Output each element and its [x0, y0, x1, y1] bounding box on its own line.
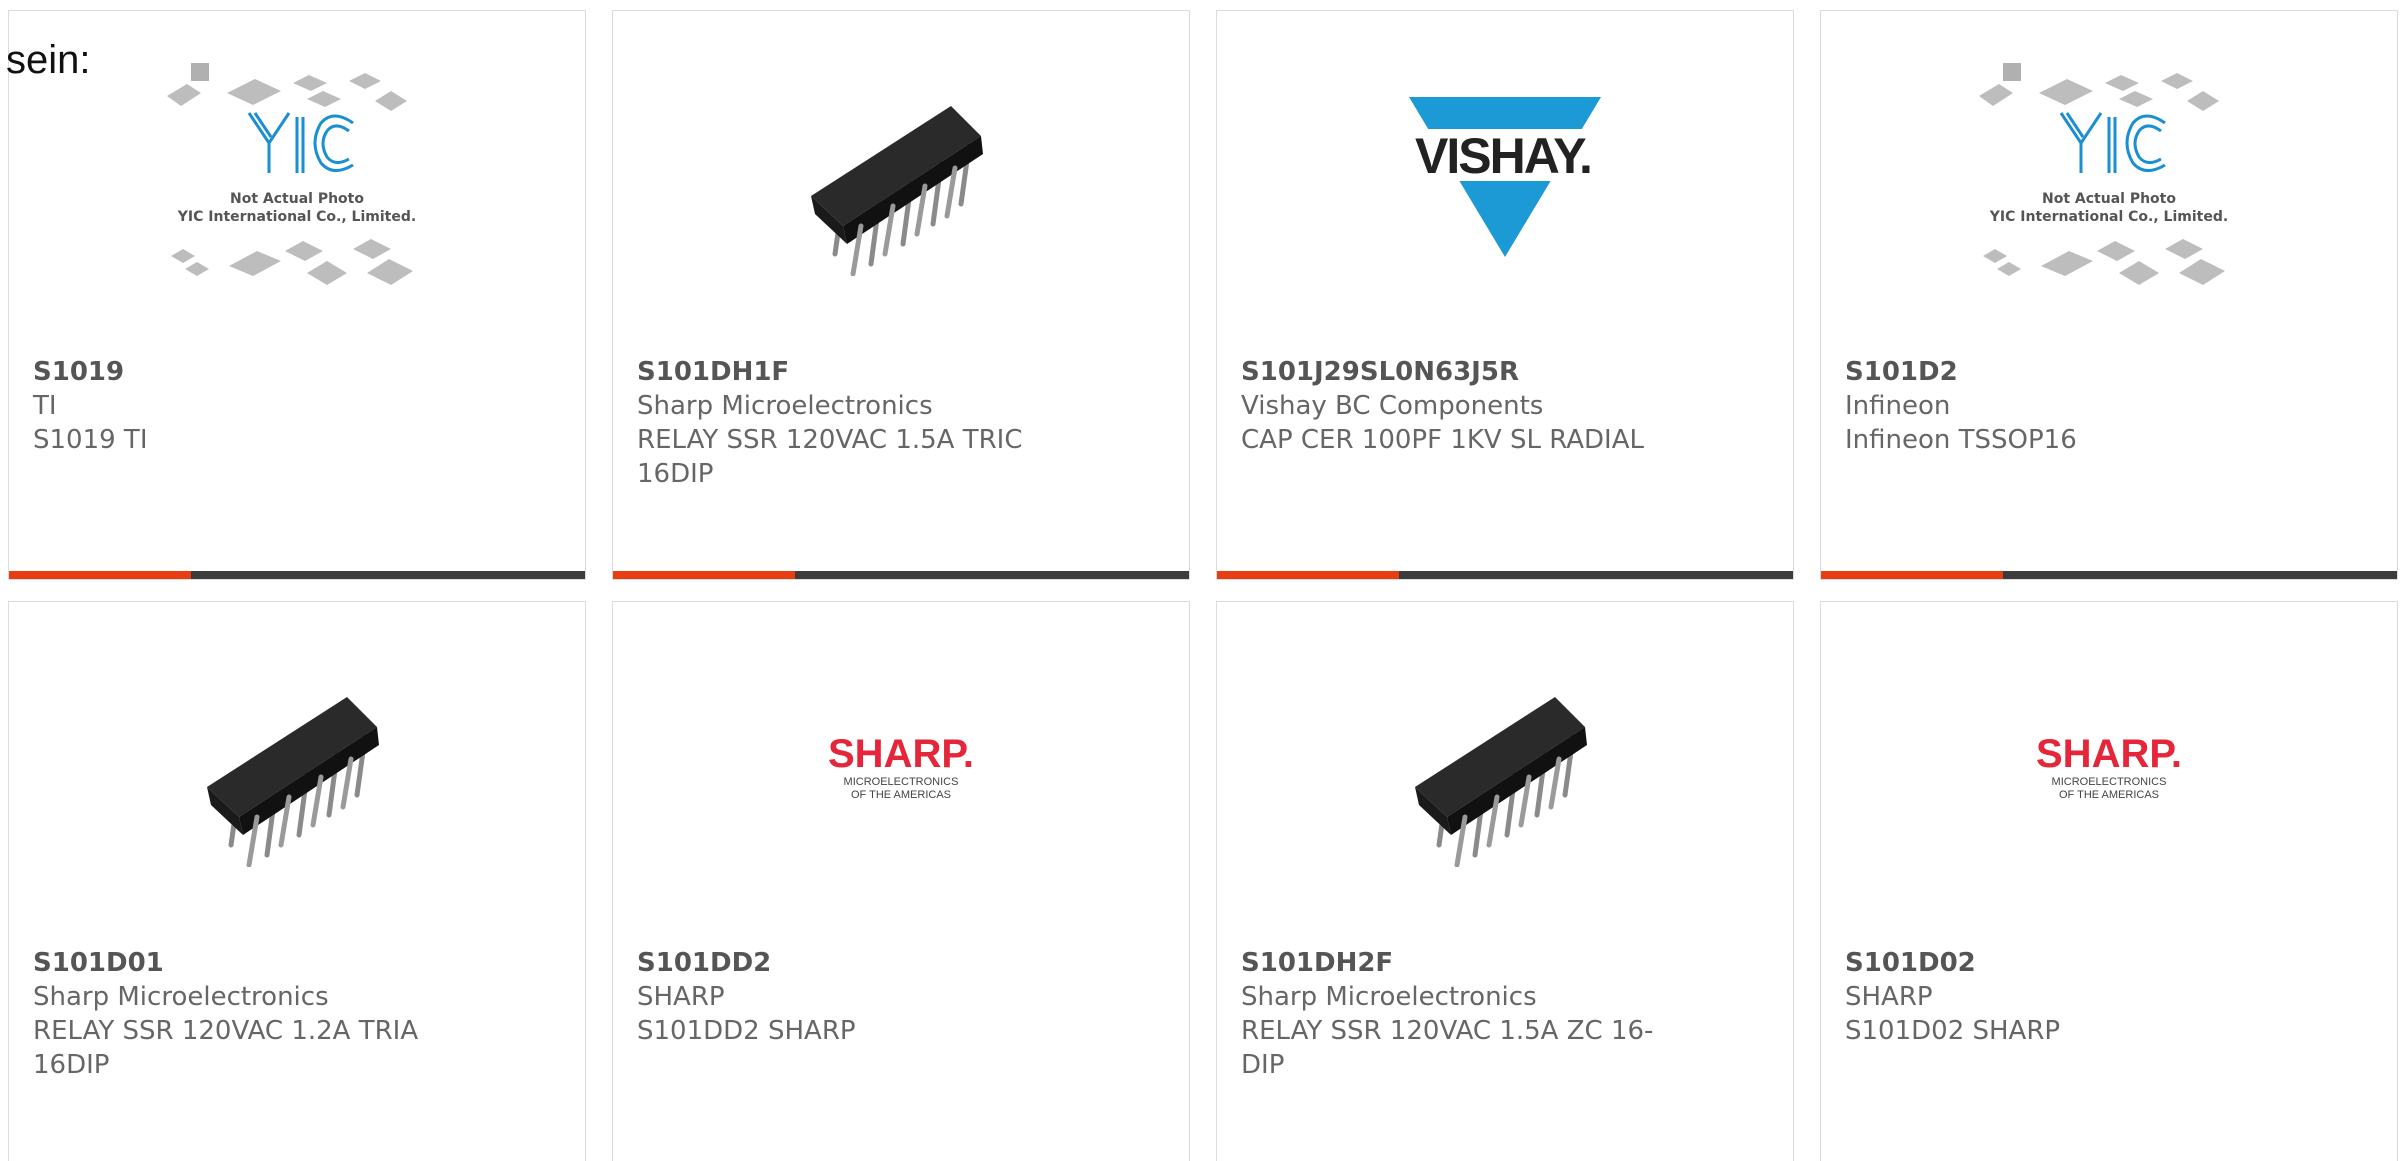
- card-bottom-bar: [1821, 571, 2397, 579]
- manufacturer-label: Sharp Microelectronics: [637, 391, 933, 421]
- yic-placeholder-icon: Not Actual Photo YIC International Co., …: [167, 63, 416, 285]
- manufacturer-label: Sharp Microelectronics: [33, 982, 329, 1012]
- manufacturer-label: TI: [33, 391, 57, 421]
- description-label: S101DD2 SHARP: [637, 1016, 856, 1046]
- dip-chip-icon: [1415, 697, 1587, 867]
- svg-text:VISHAY.: VISHAY.: [1415, 128, 1591, 184]
- card-bottom-bar: [1217, 571, 1793, 579]
- product-card-s101dh2f[interactable]: S101DH2F Sharp Microelectronics RELAY SS…: [1216, 601, 1794, 1161]
- dip-chip-icon: [791, 76, 1011, 276]
- description-label: RELAY SSR 120VAC 1.5A TRIC 16DIP: [637, 425, 1023, 489]
- svg-text:Not Actual Photo: Not Actual Photo: [2042, 191, 2176, 207]
- product-image[interactable]: [613, 11, 1189, 341]
- svg-text:SHARP.: SHARP.: [2036, 732, 2182, 776]
- intro-text: sein:: [6, 38, 91, 82]
- svg-text:Not Actual Photo: Not Actual Photo: [230, 191, 364, 207]
- svg-text:YIC International Co., Limited: YIC International Co., Limited.: [1989, 209, 2228, 225]
- product-card-s101d02[interactable]: SHARP. MICROELECTRONICS OF THE AMERICAS …: [1820, 601, 2398, 1161]
- product-card-s1019[interactable]: Not Actual Photo YIC International Co., …: [8, 10, 586, 580]
- sharp-logo-icon: SHARP. MICROELECTRONICS OF THE AMERICAS: [2036, 732, 2182, 801]
- svg-text:MICROELECTRONICS: MICROELECTRONICS: [844, 776, 959, 788]
- part-number-link[interactable]: S101J29SL0N63J5R: [1241, 355, 1519, 389]
- card-bottom-bar: [613, 571, 1189, 579]
- part-number-link[interactable]: S101DH2F: [1241, 946, 1393, 980]
- manufacturer-label: Infineon: [1845, 391, 1951, 421]
- product-card-s101d01[interactable]: S101D01 Sharp Microelectronics RELAY SSR…: [8, 601, 586, 1161]
- product-image[interactable]: [9, 602, 585, 932]
- svg-text:SHARP.: SHARP.: [828, 732, 974, 776]
- description-label: CAP CER 100PF 1KV SL RADIAL: [1241, 425, 1644, 455]
- product-card-s101dh1f[interactable]: S101DH1F Sharp Microelectronics RELAY SS…: [612, 10, 1190, 580]
- description-label: RELAY SSR 120VAC 1.5A ZC 16-DIP: [1241, 1016, 1654, 1080]
- sharp-logo-icon: SHARP. MICROELECTRONICS OF THE AMERICAS: [828, 732, 974, 801]
- product-image[interactable]: Not Actual Photo YIC International Co., …: [1821, 11, 2397, 341]
- svg-text:MICROELECTRONICS: MICROELECTRONICS: [2052, 776, 2167, 788]
- yic-placeholder-icon: Not Actual Photo YIC International Co., …: [1979, 63, 2228, 285]
- product-image[interactable]: SHARP. MICROELECTRONICS OF THE AMERICAS: [613, 602, 1189, 932]
- product-image[interactable]: [1217, 602, 1793, 932]
- part-number-link[interactable]: S101D2: [1845, 355, 1958, 389]
- svg-text:OF THE AMERICAS: OF THE AMERICAS: [2059, 789, 2159, 801]
- manufacturer-label: SHARP: [1845, 982, 1933, 1012]
- svg-text:YIC International Co., Limited: YIC International Co., Limited.: [177, 209, 416, 225]
- card-bottom-bar: [9, 571, 585, 579]
- description-label: S1019 TI: [33, 425, 148, 455]
- part-number-link[interactable]: S101DD2: [637, 946, 771, 980]
- product-card-s101j29sl0n63j5r[interactable]: VISHAY. S101J29SL0N63J5R Vishay BC Compo…: [1216, 10, 1794, 580]
- part-number-link[interactable]: S1019: [33, 355, 124, 389]
- description-label: Infineon TSSOP16: [1845, 425, 2077, 455]
- part-number-link[interactable]: S101D02: [1845, 946, 1976, 980]
- part-number-link[interactable]: S101D01: [33, 946, 164, 980]
- product-card-s101dd2[interactable]: SHARP. MICROELECTRONICS OF THE AMERICAS …: [612, 601, 1190, 1161]
- manufacturer-label: Sharp Microelectronics: [1241, 982, 1537, 1012]
- svg-text:OF THE AMERICAS: OF THE AMERICAS: [851, 789, 951, 801]
- product-image[interactable]: Not Actual Photo YIC International Co., …: [9, 11, 585, 341]
- vishay-logo-icon: VISHAY.: [1405, 97, 1605, 257]
- manufacturer-label: Vishay BC Components: [1241, 391, 1544, 421]
- product-image[interactable]: VISHAY.: [1217, 11, 1793, 341]
- dip-chip-icon: [207, 697, 379, 867]
- description-label: RELAY SSR 120VAC 1.2A TRIA 16DIP: [33, 1016, 419, 1080]
- product-image[interactable]: SHARP. MICROELECTRONICS OF THE AMERICAS: [1821, 602, 2397, 932]
- product-grid-page: sein: Not Actual Photo YIC International…: [0, 0, 2400, 1161]
- part-number-link[interactable]: S101DH1F: [637, 355, 789, 389]
- product-card-s101d2[interactable]: Not Actual Photo YIC International Co., …: [1820, 10, 2398, 580]
- description-label: S101D02 SHARP: [1845, 1016, 2061, 1046]
- manufacturer-label: SHARP: [637, 982, 725, 1012]
